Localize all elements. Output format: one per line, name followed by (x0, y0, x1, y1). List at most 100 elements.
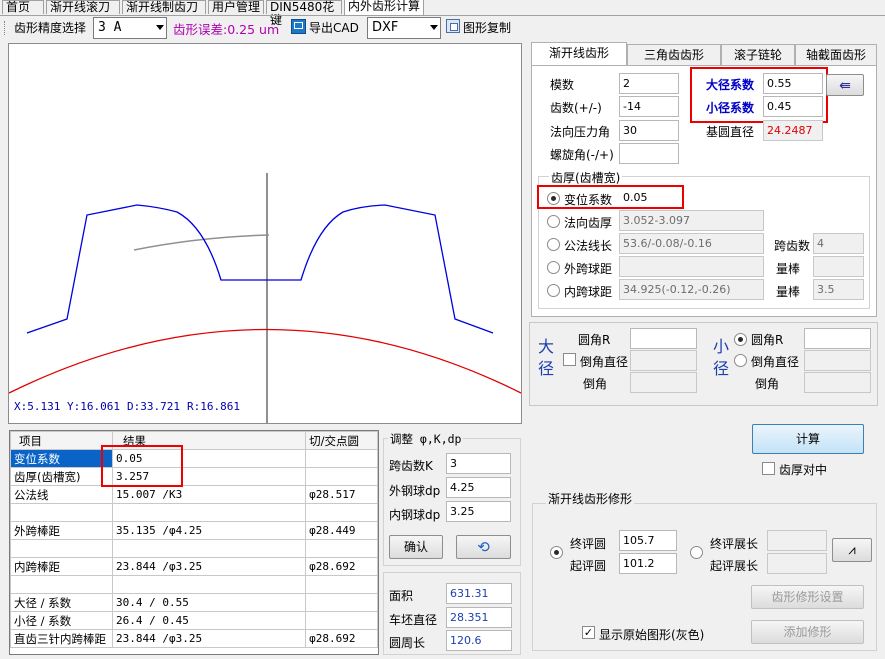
base-diameter-label: 基圆直径 (706, 125, 755, 139)
tab-home[interactable]: 首页 (2, 0, 44, 14)
minor-fillet-input[interactable] (804, 328, 871, 349)
minor-fillet-radio[interactable] (734, 333, 747, 346)
show-original-checkbox[interactable]: ✓ (582, 626, 595, 639)
eval-circle-radio[interactable] (550, 546, 563, 559)
row-circle (305, 593, 378, 612)
tab-roller-chain[interactable]: 滚子链轮 (721, 44, 795, 65)
base-diameter-value: 24.2487 (763, 120, 823, 141)
span-length-radio[interactable] (547, 238, 560, 251)
tab-axial-section[interactable]: 轴截面齿形 (795, 44, 877, 65)
table-row[interactable]: 外跨棒距 35.135 /φ4.25 φ28.449 (10, 521, 378, 540)
major-chamfer-dia-label: 倒角直径 (580, 355, 629, 369)
copy-graphic-icon[interactable] (446, 19, 460, 33)
span-teeth-value: 4 (813, 233, 864, 254)
normal-thickness-value: 3.052-3.097 (619, 210, 764, 231)
row-label: 公法线 (10, 485, 113, 504)
export-cad-icon[interactable] (291, 19, 306, 34)
tab-user-management[interactable]: 用户管理 (208, 0, 264, 14)
tab-involute-shaper[interactable]: 渐开线制齿刀 (122, 0, 206, 14)
table-row[interactable]: 大径 / 系数 30.4 / 0.55 (10, 593, 378, 612)
major-dia-section-label: 大径 (538, 337, 555, 378)
col-header-circle: 切/交点圆 (305, 431, 378, 450)
major-chamfer-checkbox[interactable] (563, 353, 576, 366)
minor-chamfer-dia-input[interactable] (804, 350, 871, 371)
table-row[interactable]: 公法线 15.007 /K3 φ28.517 (10, 485, 378, 504)
helix-angle-input[interactable] (619, 143, 679, 164)
table-row[interactable]: 齿厚(齿槽宽) 3.257 (10, 467, 378, 486)
tab-triangle-profile[interactable]: 三角齿齿形 (627, 44, 721, 65)
row-circle: φ28.449 (305, 521, 378, 540)
module-input[interactable]: 2 (619, 73, 679, 94)
gear-drawing-canvas[interactable]: X:5.131 Y:16.061 D:33.721 R:16.861 (8, 43, 522, 424)
table-row[interactable]: 直齿三针内跨棒距 23.844 /φ3.25 φ28.692 (10, 629, 378, 648)
shift-coef-input[interactable]: 0.05 (619, 187, 679, 208)
start-length-input[interactable] (767, 553, 827, 574)
eval-length-radio[interactable] (690, 546, 703, 559)
chevron-down-icon (430, 25, 438, 30)
thickness-group-label: 齿厚(齿槽宽) (549, 169, 623, 186)
ext-rod-label: 量棒 (776, 262, 801, 276)
minor-chamfer-radio[interactable] (734, 354, 747, 367)
ext-rod-value (813, 256, 864, 277)
tab-involute-profile[interactable]: 渐开线齿形 (531, 42, 627, 66)
confirm-button[interactable]: 确认 (389, 535, 443, 559)
table-row[interactable]: 内跨棒距 23.844 /φ3.25 φ28.692 (10, 557, 378, 576)
row-circle: φ28.517 (305, 485, 378, 504)
row-result: 3.257 (111, 467, 307, 486)
modify-settings-button[interactable]: 齿形修形设置 (751, 585, 864, 609)
table-row[interactable]: 变位系数 0.05 (10, 449, 378, 468)
table-row[interactable] (10, 539, 378, 558)
normal-thickness-radio[interactable] (547, 215, 560, 228)
row-label: 外跨棒距 (10, 521, 113, 540)
row-label: 内跨棒距 (10, 557, 113, 576)
minor-chamfer-input[interactable] (804, 372, 871, 393)
shift-coef-radio[interactable] (547, 192, 560, 205)
export-format-select[interactable]: DXF (367, 17, 441, 39)
row-circle: φ28.692 (305, 557, 378, 576)
start-circle-input[interactable]: 101.2 (619, 553, 677, 574)
span-k-input[interactable]: 3 (446, 453, 511, 474)
major-chamfer-dia-input[interactable] (630, 350, 697, 371)
end-circle-label: 终评圆 (570, 537, 607, 551)
circumference-value: 120.6 (446, 630, 512, 651)
result-grid[interactable]: 项目 结果 切/交点圆 变位系数 0.05 齿厚(齿槽宽) 3.257 公法线 … (9, 430, 379, 655)
int-dp-input[interactable]: 3.25 (446, 501, 511, 522)
copy-graphic-button[interactable]: 图形复制 (463, 19, 511, 36)
calculate-button[interactable]: 计算 (752, 424, 864, 454)
refresh-button[interactable]: ⟲ (456, 535, 511, 559)
row-result: 30.4 / 0.55 (111, 593, 307, 612)
table-row[interactable]: 小径 / 系数 26.4 / 0.45 (10, 611, 378, 630)
add-modify-button[interactable]: 添加修形 (751, 620, 864, 644)
refresh-icon: ⟲ (477, 538, 490, 556)
tab-din5480[interactable]: DIN5480花键 (266, 0, 342, 27)
table-row[interactable] (10, 503, 378, 522)
precision-select[interactable]: 3 A (93, 17, 167, 39)
teeth-input[interactable]: -14 (619, 96, 679, 117)
int-ball-radio[interactable] (547, 284, 560, 297)
tab-involute-hob[interactable]: 渐开线滚刀 (46, 0, 120, 14)
major-fillet-input[interactable] (630, 328, 697, 349)
major-coef-input[interactable]: 0.55 (763, 73, 823, 94)
apply-modify-button[interactable]: ⩘ (832, 538, 872, 562)
span-length-label: 公法线长 (564, 239, 613, 253)
ext-dp-input[interactable]: 4.25 (446, 477, 511, 498)
pressure-angle-input[interactable]: 30 (619, 120, 679, 141)
table-row[interactable] (10, 575, 378, 594)
gear-profile-svg (9, 173, 521, 423)
end-circle-input[interactable]: 105.7 (619, 530, 677, 551)
tab-gear-profile-calc[interactable]: 内外齿形计算 (344, 0, 424, 15)
swap-button[interactable]: ⇚ (826, 74, 864, 96)
center-thickness-checkbox[interactable] (762, 462, 775, 475)
minor-coef-input[interactable]: 0.45 (763, 96, 823, 117)
minor-chamfer-label: 倒角 (755, 377, 780, 391)
end-length-input[interactable] (767, 530, 827, 551)
row-result (111, 503, 307, 522)
row-result (111, 575, 307, 594)
ext-ball-radio[interactable] (547, 261, 560, 274)
export-cad-button[interactable]: 导出CAD (309, 19, 359, 36)
area-value: 631.31 (446, 583, 512, 604)
start-circle-label: 起评圆 (570, 559, 607, 573)
show-original-label: 显示原始图形(灰色) (599, 628, 705, 642)
major-chamfer-input[interactable] (630, 372, 697, 393)
row-circle (305, 611, 378, 630)
